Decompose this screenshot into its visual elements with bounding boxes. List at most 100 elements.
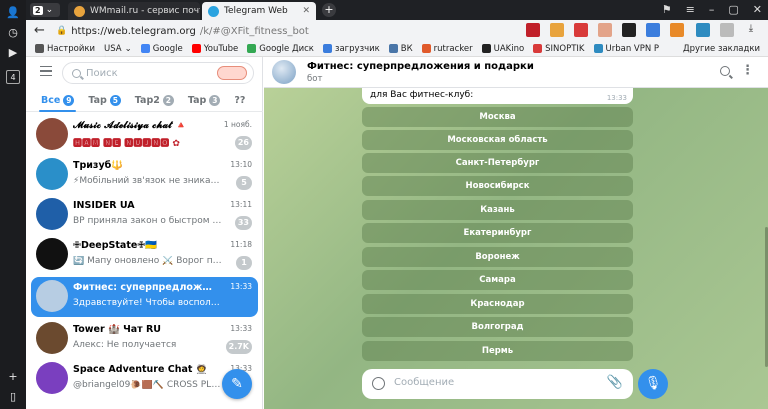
city-button[interactable]: Екатеринбург: [362, 223, 633, 243]
chat-item[interactable]: INSIDER UA 13:11 ВР приняла закон о быст…: [31, 195, 258, 235]
bookmark-google[interactable]: Google: [140, 44, 183, 54]
emoji-icon[interactable]: [372, 377, 385, 390]
extension-car-icon[interactable]: [574, 23, 588, 37]
tab-counter[interactable]: 2 ⌄: [30, 3, 60, 17]
attach-icon[interactable]: 📎: [607, 375, 623, 390]
new-tab-button[interactable]: +: [322, 3, 336, 17]
search-icon[interactable]: [720, 66, 730, 76]
microphone-icon: 🎙: [644, 376, 662, 391]
city-button[interactable]: Казань: [362, 200, 633, 220]
address-bar[interactable]: 🔒 https://web.telegram.org/k/#@XFit_fitn…: [56, 23, 504, 39]
uakino-icon: [481, 44, 491, 53]
city-button[interactable]: Воронеж: [362, 247, 633, 267]
tab-tap3[interactable]: Tap 3: [188, 90, 221, 111]
chat-time: 13:10: [230, 160, 252, 169]
bookmark-rutracker[interactable]: rutracker: [421, 44, 473, 54]
browser-side-rail: 👤 ◷ ▶ 4 + ▯: [0, 0, 26, 409]
search-input[interactable]: Поиск: [62, 62, 254, 84]
bookmark-youtube[interactable]: YouTube: [191, 44, 238, 54]
bookmark-uakino[interactable]: UAKino: [481, 44, 524, 54]
bookmark-sinoptik[interactable]: SINOPTIK: [533, 44, 585, 54]
folder-badge: 2: [162, 95, 174, 106]
city-button[interactable]: Волгоград: [362, 317, 633, 337]
history-icon[interactable]: ◷: [6, 26, 20, 40]
message-composer[interactable]: Сообщение 📎: [362, 369, 633, 399]
bookmark-settings[interactable]: Настройки: [35, 44, 95, 54]
chat-preview: ⚡Мобільний зв'язок не зникати...: [73, 176, 223, 186]
city-button[interactable]: Пермь: [362, 341, 633, 361]
message-text: для Вас фитнес-клуб:: [370, 90, 474, 100]
download-arrow-icon[interactable]: ⤓: [744, 23, 758, 37]
chat-name: Tower 🏰 Чат RU: [73, 324, 162, 335]
city-button[interactable]: Московская область: [362, 130, 633, 150]
chat-preview: @briangel09🐌🟫⛏️ CROSS PLAY: Ho...: [73, 380, 223, 390]
tab-all[interactable]: Все 9: [38, 90, 77, 112]
extensions-puzzle-icon[interactable]: [720, 23, 734, 37]
close-tab-icon[interactable]: ✕: [302, 6, 310, 16]
extension-mail-icon[interactable]: [550, 23, 564, 37]
close-window-icon[interactable]: ✕: [753, 3, 762, 16]
extension-reader-icon[interactable]: [646, 23, 660, 37]
minimize-icon[interactable]: –: [709, 3, 715, 16]
bookmark-usa[interactable]: USA ⌄: [104, 44, 132, 54]
chat-item[interactable]: Tower 🏰 Чат RU 13:33 Алекс: Не получаетс…: [31, 319, 258, 359]
extension-box-icon[interactable]: [670, 23, 684, 37]
chat-item-selected[interactable]: Фитнес: суперпредложения и пода... 13:33…: [31, 277, 258, 317]
workspace-icon[interactable]: 4: [6, 70, 20, 84]
bookmark-downloader[interactable]: загрузчик: [322, 44, 380, 54]
chat-time: 13:11: [230, 200, 252, 209]
back-arrow-icon[interactable]: ←: [34, 23, 45, 38]
tab-unknown[interactable]: ??: [234, 90, 245, 111]
voice-record-button[interactable]: 🎙: [638, 369, 668, 399]
chat-header[interactable]: Фитнес: суперпредложения и подарки бот ⋮: [264, 57, 768, 88]
city-button[interactable]: Новосибирск: [362, 176, 633, 196]
user-icon[interactable]: 👤: [6, 6, 20, 20]
avatar: [36, 238, 68, 270]
panel-toggle-icon[interactable]: ▯: [6, 390, 20, 404]
hamburger-menu-icon[interactable]: [40, 66, 52, 76]
vk-icon: [388, 44, 398, 53]
ublock-icon[interactable]: [526, 23, 540, 37]
chat-item[interactable]: 𝓜𝓾𝓼𝓲𝓬 𝓐𝓭𝓮𝓵𝓲𝓼𝓲𝔂𝓪 𝓬𝓱𝓪𝓽 🔺 1 нояб. 🅷🅰🅼 🅽🅴 🅽🆄…: [31, 115, 258, 155]
tab-wmmail[interactable]: WMmail.ru - сервис почт: [68, 2, 200, 20]
unread-count: 33: [234, 216, 252, 230]
chat-preview: 🅷🅰🅼 🅽🅴 🅽🆄🅹🅽🅾 ✿: [73, 139, 180, 149]
bookmark-icon[interactable]: ⚑: [662, 3, 672, 16]
telegram-favicon-icon: [208, 5, 219, 17]
tab-tap[interactable]: Tap 5: [88, 90, 121, 111]
add-panel-icon[interactable]: +: [6, 370, 20, 384]
avatar[interactable]: [272, 60, 296, 84]
chat-item[interactable]: ✙DeepState✙🇺🇦 11:18 🔄 Мапу оновлено ⚔️ В…: [31, 235, 258, 275]
tab-telegram[interactable]: Telegram Web ✕: [202, 2, 316, 20]
folder-tabs: Все 9 Tap 5 Tap2 2 Tap 3 ??: [26, 90, 263, 112]
bookmarks-bar: Настройки USA ⌄ Google YouTube Google Дис…: [26, 41, 768, 57]
bookmark-other[interactable]: Другие закладки: [683, 44, 760, 54]
download-icon[interactable]: [696, 23, 710, 37]
new-message-button[interactable]: ✎: [222, 369, 252, 399]
message-input[interactable]: Сообщение: [394, 377, 454, 388]
maximize-icon[interactable]: ▢: [728, 3, 738, 16]
extension-tablet-icon[interactable]: [622, 23, 636, 37]
search-placeholder: Поиск: [86, 67, 118, 79]
city-button[interactable]: Самара: [362, 270, 633, 290]
city-button[interactable]: Краснодар: [362, 294, 633, 314]
menu-icon[interactable]: ≡: [686, 3, 695, 16]
bookmark-google-drive[interactable]: Google Диск: [247, 44, 314, 54]
extension-avatar-icon[interactable]: [598, 23, 612, 37]
chat-time: 13:33: [230, 324, 252, 333]
tab-count-badge: 2: [33, 5, 43, 15]
tab-tap2[interactable]: Tap2 2: [135, 90, 174, 111]
sidebar-header: Поиск: [26, 57, 263, 88]
lock-icon[interactable]: 🔒: [56, 26, 67, 36]
city-button[interactable]: Санкт-Петербург: [362, 153, 633, 173]
chat-item[interactable]: Тризуб🔱 13:10 ⚡Мобільний зв'язок не зник…: [31, 155, 258, 195]
chat-sidebar: Поиск Все 9 Tap 5 Tap2 2 Tap 3 ?? 𝓜𝓾𝓼𝓲𝓬 𝓐𝓭𝓮𝓵…: [26, 57, 263, 409]
more-vertical-icon[interactable]: ⋮: [741, 63, 754, 78]
chevron-down-icon: ⌄: [124, 43, 132, 54]
bookmark-urban-vpn[interactable]: Urban VPN P: [593, 44, 659, 54]
vpn-icon: [593, 44, 603, 53]
tab-label: WMmail.ru - сервис почт: [90, 6, 200, 16]
media-icon[interactable]: ▶: [6, 46, 20, 60]
city-button[interactable]: Москва: [362, 107, 633, 127]
bookmark-vk[interactable]: ВК: [388, 44, 413, 54]
